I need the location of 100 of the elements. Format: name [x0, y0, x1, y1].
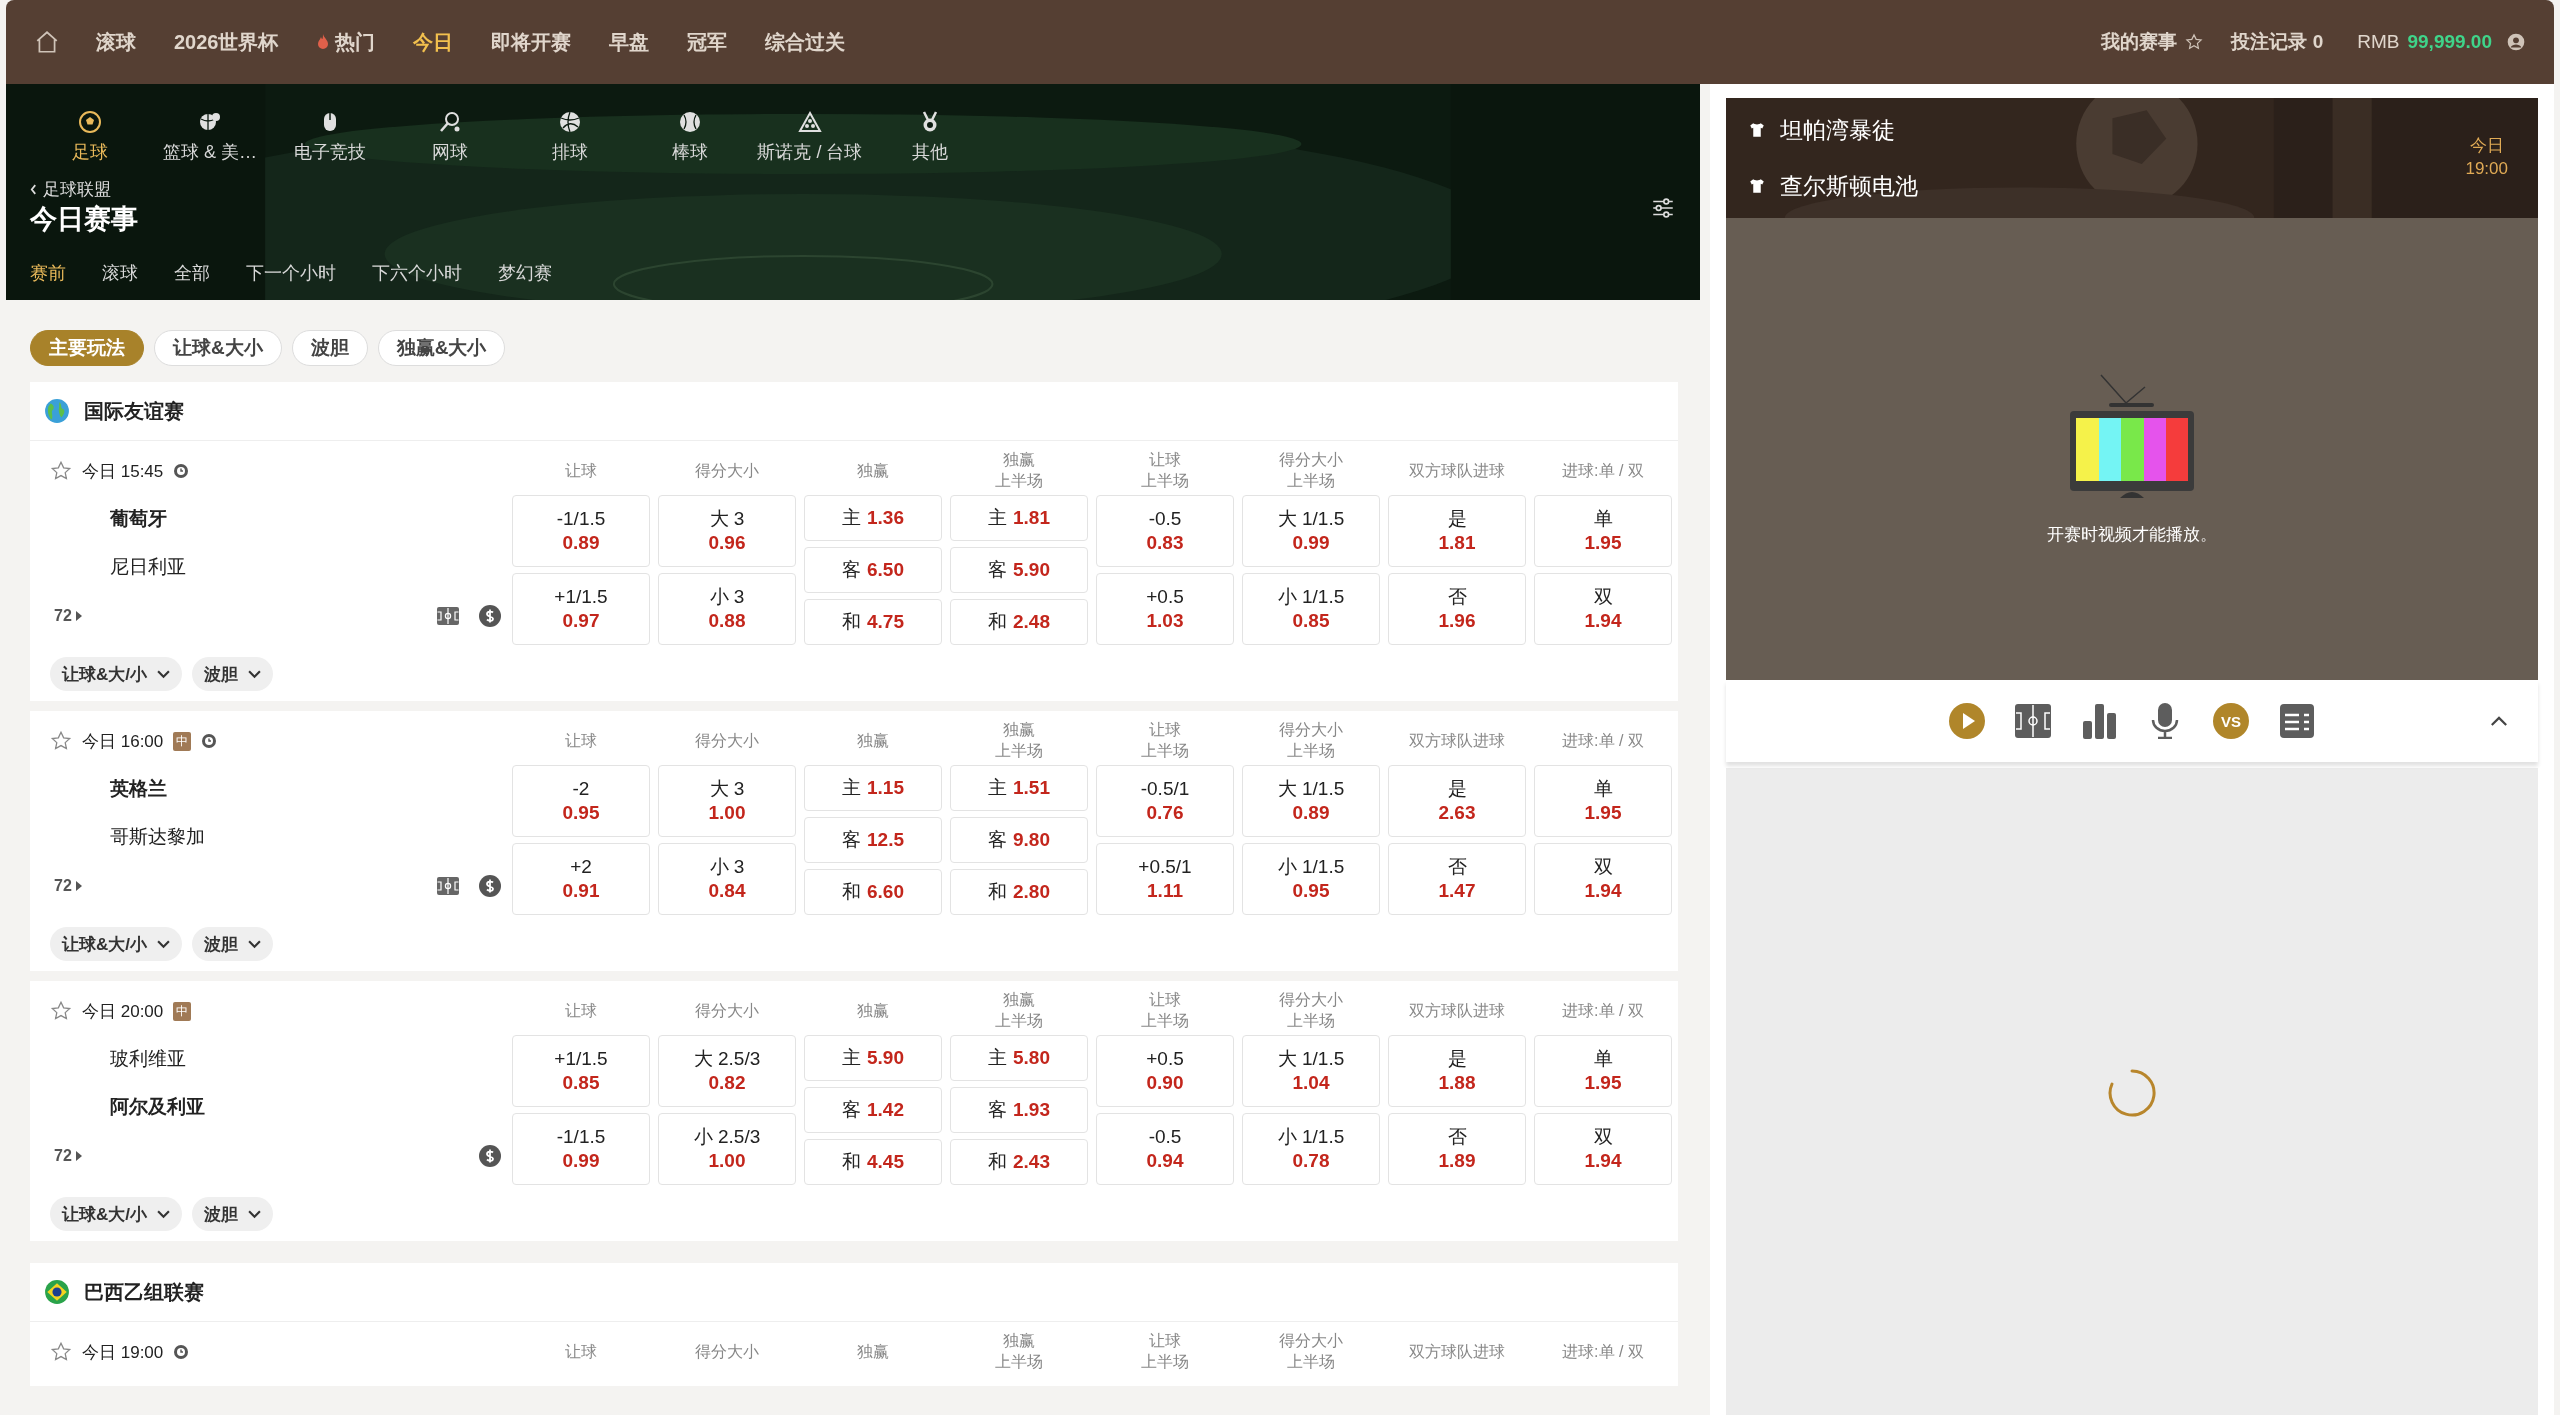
market-dropdown[interactable]: 让球&大/小	[50, 657, 182, 691]
odds-button[interactable]: 大 1/1.5 1.04	[1242, 1035, 1380, 1107]
bet-records-link[interactable]: 投注记录 0	[2231, 29, 2324, 55]
odds-button[interactable]: +1/1.5 0.97	[512, 573, 650, 645]
nav-tab[interactable]: 早盘	[608, 28, 649, 56]
time-filter-tab[interactable]: 滚球	[102, 261, 138, 285]
market-dropdown[interactable]: 波胆	[192, 927, 273, 961]
odds-button[interactable]: 单 1.95	[1534, 765, 1672, 837]
star-icon[interactable]	[50, 1341, 72, 1363]
time-filter-tab[interactable]: 全部	[174, 261, 210, 285]
nav-tab[interactable]: 滚球	[96, 28, 136, 56]
time-filter-tab[interactable]: 下一个小时	[246, 261, 336, 285]
odds-button[interactable]: -1/1.5 0.89	[512, 495, 650, 567]
market-dropdown[interactable]: 波胆	[192, 657, 273, 691]
odds-button[interactable]: -2 0.95	[512, 765, 650, 837]
odds-button[interactable]: 双 1.94	[1534, 573, 1672, 645]
back-link[interactable]: 足球联盟	[30, 178, 138, 201]
odds-button[interactable]: 否 1.89	[1388, 1113, 1526, 1185]
my-events-link[interactable]: 我的赛事	[2101, 29, 2178, 55]
odds-button[interactable]: 客 5.90	[950, 547, 1088, 593]
time-filter-tab[interactable]: 梦幻赛	[498, 261, 552, 285]
pitch-icon[interactable]	[436, 874, 460, 898]
market-tab[interactable]: 波胆	[291, 330, 368, 366]
odds-button[interactable]: 双 1.94	[1534, 1113, 1672, 1185]
odds-button[interactable]: 和 4.45	[804, 1139, 942, 1185]
odds-button[interactable]: 是 1.88	[1388, 1035, 1526, 1107]
nav-tab[interactable]: 2026世界杯	[174, 28, 279, 56]
sport-tab[interactable]: 其他	[870, 110, 990, 164]
odds-button[interactable]: 主 1.81	[950, 495, 1088, 541]
odds-button[interactable]: 大 3 1.00	[658, 765, 796, 837]
odds-button[interactable]: 主 1.51	[950, 765, 1088, 811]
odds-button[interactable]: 否 1.47	[1388, 843, 1526, 915]
nav-tab[interactable]: 综合过关	[764, 28, 845, 56]
odds-button[interactable]: -0.5 0.94	[1096, 1113, 1234, 1185]
sport-tab[interactable]: 足球	[30, 110, 150, 164]
market-tab[interactable]: 让球&大小	[154, 330, 282, 366]
sport-tab[interactable]: 网球	[390, 110, 510, 164]
star-icon[interactable]	[50, 1000, 72, 1022]
odds-button[interactable]: +0.5 0.90	[1096, 1035, 1234, 1107]
odds-button[interactable]: 和 2.80	[950, 869, 1088, 915]
odds-button[interactable]: -0.5/1 0.76	[1096, 765, 1234, 837]
odds-button[interactable]: 否 1.96	[1388, 573, 1526, 645]
odds-button[interactable]: +2 0.91	[512, 843, 650, 915]
star-icon[interactable]	[50, 460, 72, 482]
odds-button[interactable]: 和 2.48	[950, 599, 1088, 645]
collapse-icon[interactable]	[2490, 715, 2508, 727]
scoreboard-icon[interactable]	[2279, 703, 2315, 739]
dollar-icon[interactable]	[478, 874, 502, 898]
odds-button[interactable]: +1/1.5 0.85	[512, 1035, 650, 1107]
pitch-icon[interactable]	[436, 604, 460, 628]
odds-button[interactable]: 客 1.42	[804, 1087, 942, 1133]
sport-tab[interactable]: 棒球	[630, 110, 750, 164]
more-markets-link[interactable]: 72	[50, 877, 82, 895]
dollar-icon[interactable]	[478, 604, 502, 628]
market-tab[interactable]: 主要玩法	[30, 330, 144, 366]
odds-button[interactable]: 是 2.63	[1388, 765, 1526, 837]
odds-button[interactable]: 大 1/1.5 0.99	[1242, 495, 1380, 567]
odds-button[interactable]: 客 9.80	[950, 817, 1088, 863]
star-icon[interactable]	[50, 730, 72, 752]
odds-button[interactable]: 主 5.90	[804, 1035, 942, 1081]
sport-tab[interactable]: 电子竞技	[270, 110, 390, 164]
odds-button[interactable]: 双 1.94	[1534, 843, 1672, 915]
odds-button[interactable]: 是 1.81	[1388, 495, 1526, 567]
odds-button[interactable]: 客 12.5	[804, 817, 942, 863]
time-filter-tab[interactable]: 下六个小时	[372, 261, 462, 285]
odds-button[interactable]: 主 1.36	[804, 495, 942, 541]
odds-button[interactable]: 和 6.60	[804, 869, 942, 915]
market-dropdown[interactable]: 让球&大/小	[50, 1197, 182, 1231]
odds-button[interactable]: 单 1.95	[1534, 495, 1672, 567]
odds-button[interactable]: 小 3 0.84	[658, 843, 796, 915]
odds-button[interactable]: 和 2.43	[950, 1139, 1088, 1185]
odds-button[interactable]: +0.5 1.03	[1096, 573, 1234, 645]
odds-button[interactable]: 单 1.95	[1534, 1035, 1672, 1107]
bar-chart-icon[interactable]	[2081, 703, 2117, 739]
nav-tab[interactable]: 即将开赛	[490, 28, 571, 56]
odds-button[interactable]: 客 1.93	[950, 1087, 1088, 1133]
nav-tab[interactable]: 今日	[412, 28, 453, 56]
odds-button[interactable]: 大 2.5/3 0.82	[658, 1035, 796, 1107]
odds-button[interactable]: -0.5 0.83	[1096, 495, 1234, 567]
pitch-icon[interactable]	[2015, 703, 2051, 739]
odds-button[interactable]: 小 1/1.5 0.85	[1242, 573, 1380, 645]
odds-button[interactable]: 和 4.75	[804, 599, 942, 645]
odds-button[interactable]: +0.5/1 1.11	[1096, 843, 1234, 915]
sport-tab[interactable]: 斯诺克 / 台球	[750, 110, 870, 164]
odds-button[interactable]: 大 3 0.96	[658, 495, 796, 567]
odds-button[interactable]: 小 1/1.5 0.95	[1242, 843, 1380, 915]
home-icon[interactable]	[34, 29, 60, 55]
market-dropdown[interactable]: 波胆	[192, 1197, 273, 1231]
odds-button[interactable]: -1/1.5 0.99	[512, 1113, 650, 1185]
odds-button[interactable]: 小 3 0.88	[658, 573, 796, 645]
nav-tab[interactable]: 热门	[316, 28, 375, 56]
play-icon[interactable]	[1949, 703, 1985, 739]
user-icon[interactable]	[2506, 32, 2526, 52]
odds-button[interactable]: 大 1/1.5 0.89	[1242, 765, 1380, 837]
odds-button[interactable]: 小 1/1.5 0.78	[1242, 1113, 1380, 1185]
odds-button[interactable]: 主 1.15	[804, 765, 942, 811]
time-filter-tab[interactable]: 赛前	[30, 261, 66, 285]
nav-tab[interactable]: 冠军	[686, 28, 727, 56]
market-tab[interactable]: 独赢&大小	[377, 330, 506, 366]
odds-button[interactable]: 客 6.50	[804, 547, 942, 593]
